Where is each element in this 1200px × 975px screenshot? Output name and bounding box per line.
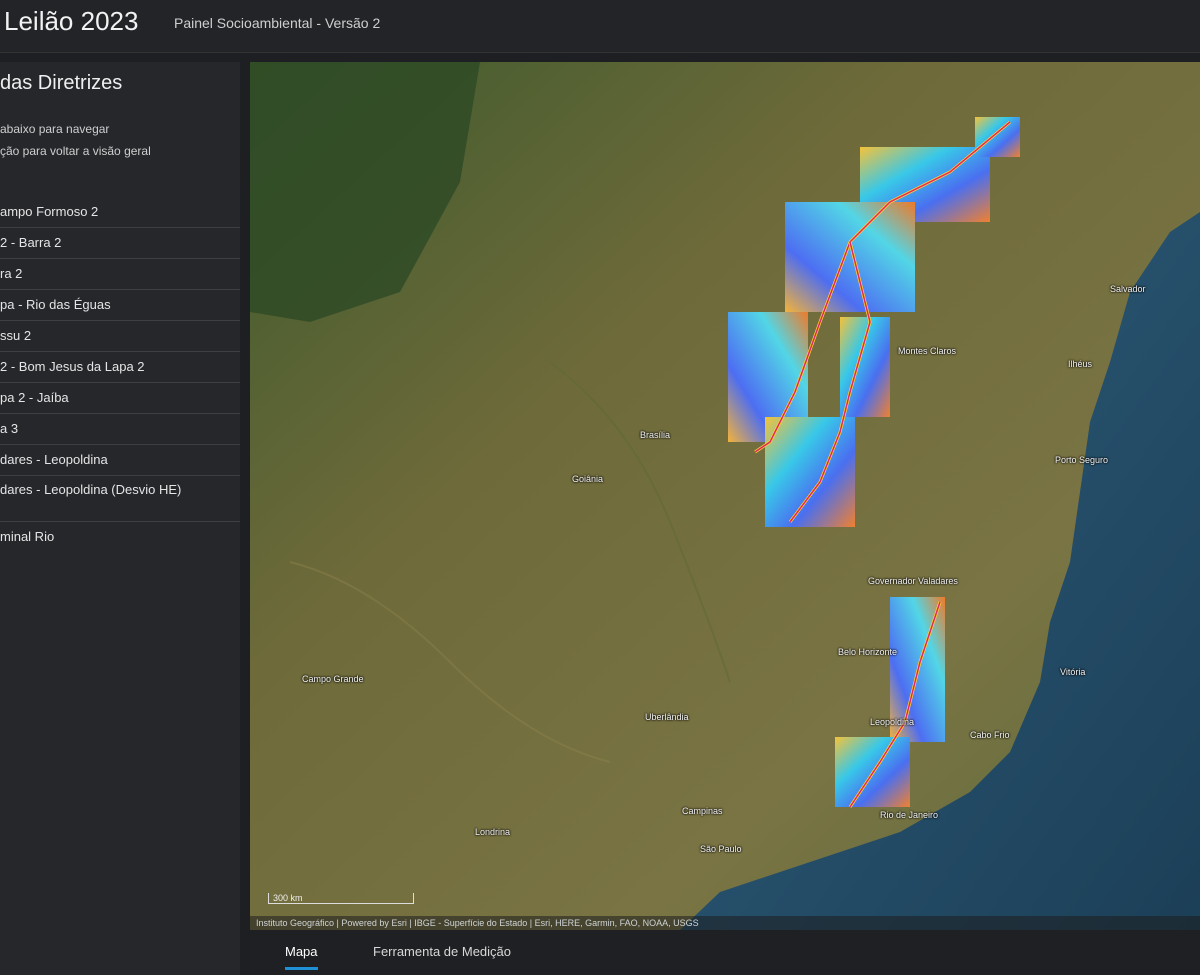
- sidebar-item-barra[interactable]: 2 - Barra 2: [0, 228, 240, 259]
- map-view[interactable]: Salvador Brasília Goiânia Belo Horizonte…: [250, 62, 1200, 930]
- sidebar-item-ssu-2[interactable]: ssu 2: [0, 321, 240, 352]
- map-label-governador-valadares: Governador Valadares: [868, 576, 958, 586]
- sidebar-item-leopoldina[interactable]: dares - Leopoldina: [0, 445, 240, 476]
- sidebar-hint-line1: abaixo para navegar: [0, 122, 110, 136]
- sidebar: das Diretrizes abaixo para navegar ção p…: [0, 62, 240, 975]
- sidebar-item-campo-formoso[interactable]: ampo Formoso 2: [0, 197, 240, 228]
- tab-ferramenta-de-medicao[interactable]: Ferramenta de Medição: [373, 944, 511, 959]
- sidebar-item-rio-das-eguas[interactable]: pa - Rio das Éguas: [0, 290, 240, 321]
- map-label-rio-de-janeiro: Rio de Janeiro: [880, 810, 939, 820]
- tab-mapa[interactable]: Mapa: [285, 944, 318, 970]
- map-label-cabo-frio: Cabo Frio: [970, 730, 1010, 740]
- map-attribution: Instituto Geográfico | Powered by Esri |…: [250, 916, 1200, 930]
- sidebar-item-bom-jesus-da-lapa[interactable]: 2 - Bom Jesus da Lapa 2: [0, 352, 240, 383]
- sidebar-item-leopoldina-desvio[interactable]: dares - Leopoldina (Desvio HE): [0, 476, 240, 522]
- app-subtitle: Painel Socioambiental - Versão 2: [174, 15, 381, 31]
- bottom-tabs: Mapa Ferramenta de Medição: [250, 930, 1200, 975]
- map-label-campinas: Campinas: [682, 806, 723, 816]
- map-label-campo-grande: Campo Grande: [302, 674, 364, 684]
- map-label-leopoldina: Leopoldina: [870, 717, 915, 727]
- map-label-londrina: Londrina: [475, 827, 511, 837]
- map-scale-bar: 300 km: [268, 893, 414, 904]
- map-label-uberlandia: Uberlândia: [645, 712, 689, 722]
- sidebar-item-a-3[interactable]: a 3: [0, 414, 240, 445]
- sidebar-item-jaiba[interactable]: pa 2 - Jaíba: [0, 383, 240, 414]
- sidebar-item-terminal-rio[interactable]: minal Rio: [0, 522, 240, 552]
- map-label-montes-claros: Montes Claros: [898, 346, 957, 356]
- map-canvas[interactable]: [250, 62, 1200, 930]
- map-label-belo-horizonte: Belo Horizonte: [838, 647, 898, 657]
- map-label-sao-paulo: São Paulo: [700, 844, 742, 854]
- map-label-goiania: Goiânia: [572, 474, 604, 484]
- map-label-porto-seguro: Porto Seguro: [1055, 455, 1109, 465]
- map-label-brasilia: Brasília: [640, 430, 671, 440]
- sidebar-hint-line2: ção para voltar a visão geral: [0, 144, 151, 158]
- map-label-ilheus: Ilhéus: [1068, 359, 1093, 369]
- map-label-salvador: Salvador: [1110, 284, 1146, 294]
- sidebar-title: das Diretrizes: [0, 72, 123, 94]
- sidebar-list: ampo Formoso 2 2 - Barra 2 ra 2 pa - Rio…: [0, 197, 240, 552]
- map-label-vitoria: Vitória: [1060, 667, 1086, 677]
- app-title: Leilão 2023: [4, 6, 139, 36]
- sidebar-item-ra-2[interactable]: ra 2: [0, 259, 240, 290]
- app-header: Leilão 2023 Painel Socioambiental - Vers…: [0, 0, 1200, 53]
